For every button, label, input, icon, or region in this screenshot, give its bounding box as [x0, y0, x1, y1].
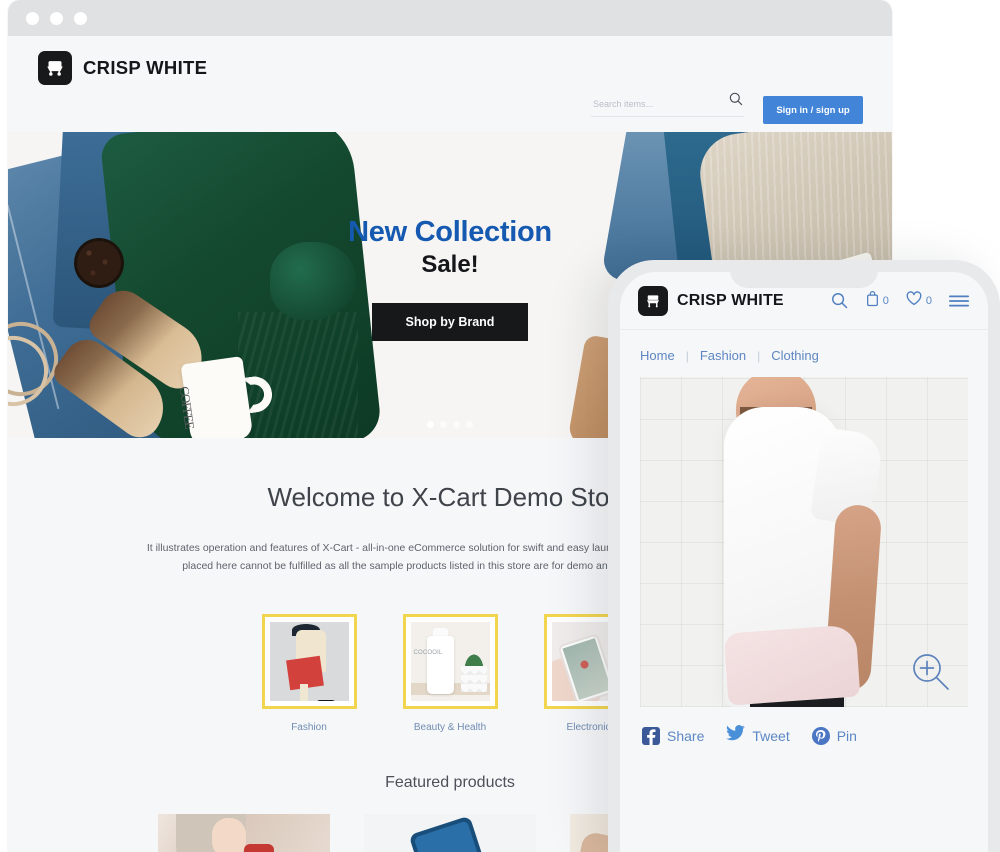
pinterest-pin-button[interactable]: Pin [811, 726, 857, 745]
brand-name: CRISP WHITE [83, 57, 208, 78]
window-close-dot[interactable] [26, 11, 39, 25]
breadcrumb-item-fashion[interactable]: Fashion [700, 348, 746, 363]
breadcrumb-item-clothing[interactable]: Clothing [771, 348, 819, 363]
carousel-dots [8, 421, 892, 428]
carousel-dot-4[interactable] [466, 421, 473, 428]
site-logo[interactable]: CRISP WHITE [38, 51, 207, 85]
category-label: Fashion [291, 721, 327, 733]
bottle-brand-text: COCOOIL [413, 649, 443, 656]
shopping-cart-logo-icon [38, 51, 72, 85]
window-maximize-dot[interactable] [74, 11, 87, 25]
browser-chrome-bar [8, 0, 892, 36]
carousel-dot-2[interactable] [440, 421, 447, 428]
category-thumb-frame: COCOOIL [402, 613, 498, 709]
category-card-fashion[interactable]: Fashion [261, 613, 357, 735]
screenshot-root: CRISP WHITE Sign in / sign up Home [0, 0, 1000, 852]
social-share-row: Share Tweet Pin [620, 707, 988, 746]
magnifier-plus-icon[interactable] [908, 649, 952, 693]
carousel-dot-1[interactable] [427, 421, 434, 428]
phone-wishlist-count: 0 [925, 294, 932, 307]
pinterest-pin-label: Pin [836, 727, 857, 744]
search-icon[interactable] [728, 91, 744, 107]
phone-screen: CRISP WHITE 0 0 Home | Fashion | Clothin… [620, 272, 988, 852]
heart-wishlist-icon [905, 290, 923, 312]
site-header: CRISP WHITE Sign in / sign up Home [8, 36, 892, 159]
sign-in-sign-up-button[interactable]: Sign in / sign up [763, 96, 863, 124]
window-minimize-dot[interactable] [50, 11, 63, 25]
product-card[interactable] [364, 814, 536, 852]
phone-mockup: CRISP WHITE 0 0 Home | Fashion | Clothin… [608, 260, 1000, 852]
twitter-tweet-button[interactable]: Tweet [726, 725, 790, 746]
hero-content: New Collection Sale! Shop by Brand [8, 216, 892, 341]
search-input[interactable] [591, 99, 744, 117]
facebook-share-label: Share [667, 727, 705, 744]
breadcrumb-separator: | [757, 348, 761, 363]
carousel-dot-3[interactable] [453, 421, 460, 428]
facebook-icon [642, 726, 660, 745]
category-card-beauty-health[interactable]: COCOOIL Beauty & Health [402, 613, 498, 735]
search-box [591, 91, 744, 117]
twitter-bird-icon [726, 725, 746, 746]
hamburger-menu-icon[interactable] [948, 293, 970, 309]
hero-headline: New Collection [348, 216, 552, 248]
breadcrumb-item-home[interactable]: Home [640, 348, 675, 363]
category-image-beauty: COCOOIL [410, 621, 490, 701]
breadcrumb-separator: | [685, 348, 689, 363]
twitter-tweet-label: Tweet [752, 727, 790, 744]
product-card[interactable] [158, 814, 330, 852]
pinterest-icon [811, 726, 830, 745]
category-image-fashion [269, 621, 349, 701]
category-label: Beauty & Health [413, 721, 487, 733]
category-thumb-frame [261, 613, 357, 709]
phone-wishlist-counter[interactable]: 0 [905, 290, 932, 312]
hero-subheadline: Sale! [421, 251, 479, 278]
facebook-share-button[interactable]: Share [642, 726, 705, 745]
shop-by-brand-button[interactable]: Shop by Brand [371, 303, 529, 341]
